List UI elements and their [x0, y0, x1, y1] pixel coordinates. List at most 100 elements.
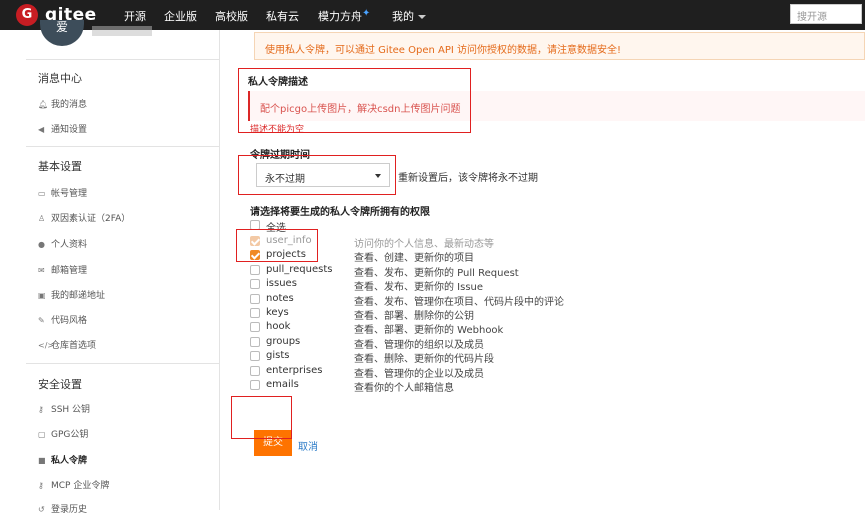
nav-moli-label: 模力方舟 — [318, 10, 362, 23]
permission-checkbox[interactable] — [250, 365, 260, 376]
gitee-logo-icon[interactable]: G — [16, 4, 38, 26]
permission-checkbox[interactable] — [250, 264, 260, 275]
sidebar-item-label: SSH 公钥 — [51, 405, 91, 415]
sidebar-item-gpg-keys[interactable]: ▢ GPG公钥 — [38, 427, 88, 440]
sidebar-item-repo-prefs[interactable]: </>仓库首选项 — [38, 338, 96, 351]
sidebar-item-label: 仓库首选项 — [51, 341, 97, 351]
sidebar-item-notify-settings[interactable]: ◀︎ 通知设置 — [38, 122, 87, 135]
security-alert: 使用私人令牌，可以通过 Gitee Open API 访问你授权的数据，请注意数… — [254, 32, 865, 60]
sidebar-item-profile[interactable]: ● 个人资料 — [38, 237, 87, 250]
code-icon: </> — [38, 341, 55, 350]
sidebar-item-label: 通知设置 — [51, 125, 88, 135]
permission-row-pull-requests[interactable]: pull_requests 查看、发布、更新你的 Pull Request — [250, 264, 810, 279]
nav-open-source[interactable]: 开源 — [124, 8, 146, 24]
permission-checkbox[interactable] — [250, 308, 260, 318]
permission-name: user_info — [266, 235, 312, 246]
sidebar-item-2fa[interactable]: ♙ 双因素认证（2FA） — [38, 211, 130, 224]
sidebar-item-address[interactable]: ▣ 我的邮递地址 — [38, 288, 105, 301]
permission-name: gists — [266, 350, 290, 362]
sidebar-item-code-style[interactable]: ✎ 代码风格 — [38, 313, 87, 326]
desc-label: 私人令牌描述 — [248, 77, 308, 88]
permission-checkbox[interactable] — [250, 293, 260, 304]
sidebar-item-label: 双因素认证（2FA） — [51, 214, 131, 224]
nav-my-dropdown[interactable]: 我的 — [392, 8, 426, 24]
permission-checkbox[interactable] — [250, 250, 260, 261]
nav-education[interactable]: 高校版 — [215, 8, 248, 24]
permission-desc: 查看你的个人邮箱信息 — [354, 383, 454, 394]
sparkle-icon: ✦ — [362, 8, 371, 19]
permission-name: issues — [266, 278, 297, 290]
permissions-label: 请选择将要生成的私人令牌所拥有的权限 — [250, 207, 430, 218]
sidebar-item-label: GPG公钥 — [51, 430, 89, 440]
permission-row-hook[interactable]: hook 查看、部署、更新你的 Webhook — [250, 321, 810, 337]
sidebar-item-label: MCP 企业令牌 — [51, 481, 110, 491]
permission-name: notes — [266, 292, 294, 304]
permission-checkbox[interactable] — [250, 279, 260, 290]
lock-icon: ■ — [38, 456, 46, 465]
desc-error-text: 描述不能为空 — [250, 125, 305, 135]
sidebar-item-account[interactable]: ▭ 帐号管理 — [38, 186, 87, 199]
sidebar-item-my-messages[interactable]: 🔔︎ 我的消息 — [38, 97, 87, 110]
brush-icon: ✎ — [38, 316, 45, 325]
volume-icon: ◀︎ — [38, 125, 45, 134]
permission-row-emails[interactable]: emails 查看你的个人邮箱信息 — [250, 379, 810, 394]
divider — [26, 146, 220, 147]
nav-my-label: 我的 — [392, 10, 414, 23]
username-placeholder — [92, 26, 152, 36]
permission-desc: 查看、管理你的企业以及成员 — [354, 368, 484, 380]
caret-down-icon — [418, 15, 426, 19]
token-description-input[interactable]: 配个picgo上传图片，解决csdn上传图片问题 — [248, 91, 865, 121]
cancel-link[interactable]: 取消 — [298, 438, 318, 453]
sidebar-item-login-history[interactable]: ↺ 登录历史 — [38, 502, 87, 515]
permission-checkbox[interactable] — [250, 380, 260, 390]
sidebar-item-label: 私人令牌 — [51, 456, 88, 466]
permission-desc: 查看、管理你的组织以及成员 — [354, 339, 484, 351]
nav-enterprise[interactable]: 企业版 — [164, 8, 197, 24]
expiry-hint: 重新设置后，该令牌将永不过期 — [398, 173, 538, 184]
search-input[interactable]: 搜开源 — [790, 4, 862, 24]
mail-icon: ✉ — [38, 266, 45, 275]
id-card-icon: ▭ — [38, 189, 46, 198]
sidebar-item-label: 邮箱管理 — [51, 266, 88, 276]
sidebar-item-label: 登录历史 — [51, 505, 88, 515]
expiry-label: 令牌过期时间 — [250, 150, 310, 161]
select-all-row[interactable]: 全选 — [250, 219, 810, 234]
permission-row-enterprises[interactable]: enterprises 查看、管理你的企业以及成员 — [250, 364, 810, 380]
address-icon: ▣ — [38, 291, 46, 300]
settings-sidebar: 爱 消息中心 🔔︎ 我的消息 ◀︎ 通知设置 基本设置 ▭ 帐号管理 ♙ 双因素认证（2… — [26, 20, 220, 515]
permission-name: hook — [266, 321, 291, 333]
nav-moli-fangzhou[interactable]: 模力方舟✦ — [318, 8, 370, 24]
sidebar-item-label: 个人资料 — [51, 240, 88, 250]
select-all-checkbox[interactable] — [250, 220, 260, 230]
sidebar-item-ssh-keys[interactable]: ⚷ SSH 公钥 — [38, 402, 90, 415]
caret-down-icon — [375, 174, 381, 178]
permission-desc: 查看、发布、更新你的 Pull Request — [354, 267, 519, 279]
permission-row-keys[interactable]: keys 查看、部署、删除你的公钥 — [250, 307, 810, 322]
permission-checkbox[interactable] — [250, 336, 260, 347]
permission-row-notes[interactable]: notes 查看、发布、管理你在项目、代码片段中的评论 — [250, 292, 810, 308]
bell-icon: 🔔︎ — [38, 100, 49, 109]
permission-checkbox[interactable] — [250, 322, 260, 333]
permission-row-user-info[interactable]: user_info 访问你的个人信息、最新动态等 — [250, 235, 810, 250]
permission-row-projects[interactable]: projects 查看、创建、更新你的项目 — [250, 249, 810, 265]
permission-desc: 查看、创建、更新你的项目 — [354, 253, 474, 265]
sidebar-item-private-tokens[interactable]: ■ 私人令牌 — [38, 453, 87, 466]
avatar[interactable]: 爱 — [40, 20, 84, 46]
permission-row-gists[interactable]: gists 查看、删除、更新你的代码片段 — [250, 350, 810, 365]
expiry-select[interactable]: 永不过期 — [256, 163, 390, 187]
key-icon: ⚷ — [38, 405, 44, 414]
sidebar-item-mcp-tokens[interactable]: ⚷ MCP 企业令牌 — [38, 478, 109, 491]
key-icon: ⚷ — [38, 481, 44, 490]
permission-row-groups[interactable]: groups 查看、管理你的组织以及成员 — [250, 336, 810, 351]
permission-row-issues[interactable]: issues 查看、发布、更新你的 Issue — [250, 278, 810, 293]
permission-name: projects — [266, 249, 306, 261]
section-title-security: 安全设置 — [38, 378, 82, 391]
submit-button[interactable]: 提交 — [254, 430, 292, 456]
permission-checkbox[interactable] — [250, 351, 260, 362]
sidebar-item-email[interactable]: ✉ 邮箱管理 — [38, 263, 87, 276]
nav-private-cloud[interactable]: 私有云 — [266, 8, 299, 24]
section-title-basic: 基本设置 — [38, 160, 82, 173]
permission-desc: 查看、部署、更新你的 Webhook — [354, 325, 504, 337]
sidebar-item-label: 帐号管理 — [51, 189, 88, 199]
permission-name: enterprises — [266, 364, 323, 376]
